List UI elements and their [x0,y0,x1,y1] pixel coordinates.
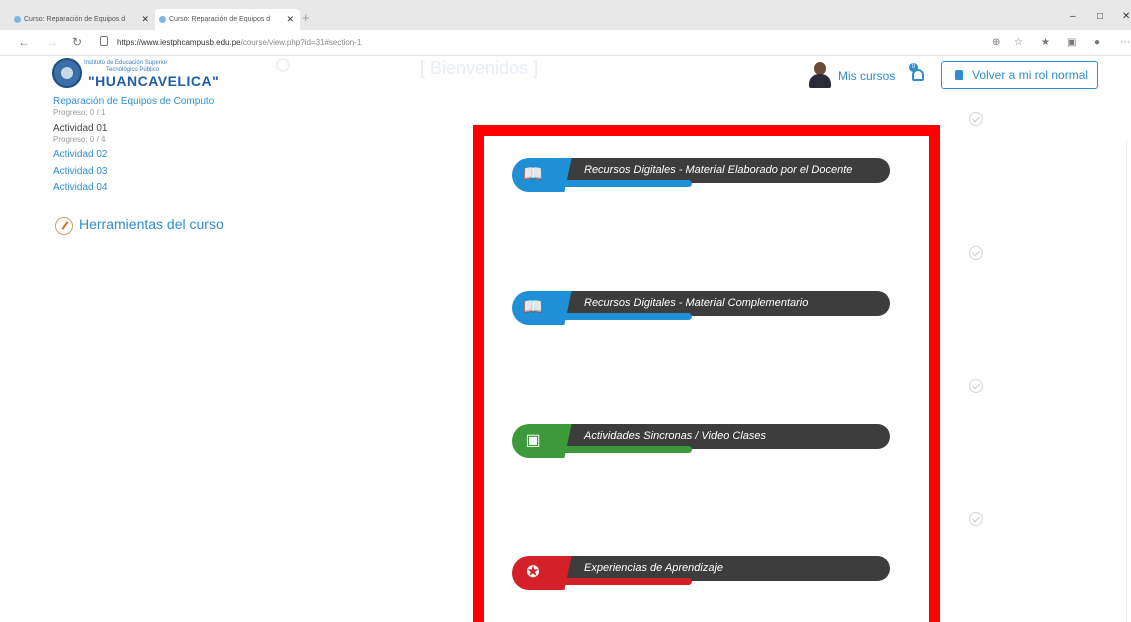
logo-line-3: "HUANCAVELICA" [88,73,220,89]
minimize-button[interactable]: – [1070,11,1076,23]
section-banner-video-clases[interactable]: ▣ Actividades Sincronas / Video Clases [512,424,892,464]
tab-favicon-icon [159,16,166,23]
faded-banner-text: [ Bienvenidos ] [420,58,539,78]
course-tools-label: Herramientas del curso [79,216,224,232]
completion-check-icon[interactable] [969,512,983,526]
user-role-icon [955,70,963,80]
faded-search-icon [276,58,290,72]
collections-icon[interactable]: ▣ [1067,37,1076,48]
url-host: https://www.iestphcampusb.edu.pe [117,38,241,47]
institute-logo[interactable]: Instituto de Educación Superior Tecnológ… [52,58,222,94]
highlight-frame [473,125,940,622]
url-field[interactable]: https://www.iestphcampusb.edu.pe/course/… [117,38,361,47]
banner-underline [556,578,692,585]
sidebar-item-actividad-03[interactable]: Actividad 03 [53,166,107,177]
user-avatar[interactable] [808,62,832,88]
maximize-button[interactable]: □ [1097,11,1103,23]
volver-rol-normal-button[interactable]: Volver a mi rol normal [941,61,1098,89]
forward-arrow-icon[interactable]: → [46,36,58,49]
gauge-icon [55,217,73,235]
url-path: /course/view.php?id=31#section-1 [240,38,362,47]
lock-icon [100,36,108,46]
award-icon: ✪ [526,564,540,581]
sidebar-course-link[interactable]: Reparación de Equipos de Computo [53,96,214,107]
page-scrollbar[interactable] [1126,140,1127,622]
section-banner-material-complementario[interactable]: 📖 Recursos Digitales - Material Compleme… [512,291,892,331]
tab-favicon-icon [14,16,21,23]
course-tools-link[interactable]: Herramientas del curso [55,216,224,235]
institute-emblem-icon [52,58,82,88]
banner-underline [556,313,692,320]
new-tab-button[interactable]: + [302,11,310,25]
tab-title: Curso: Reparación de Equipos d [24,16,126,23]
banner-underline [556,446,692,453]
sidebar-current-activity[interactable]: Actividad 01 [53,123,107,134]
avatar-body [809,74,831,88]
section-label: Recursos Digitales - Material Complement… [584,297,809,309]
video-screen-icon: ▣ [525,432,541,449]
zoom-icon[interactable]: ⊕ [992,37,1000,48]
section-banner-experiencias[interactable]: ✪ Experiencias de Aprendizaje [512,556,892,596]
window-close-button[interactable]: ✕ [1122,11,1130,23]
refresh-icon[interactable]: ↻ [72,36,82,49]
more-menu-icon[interactable]: ⋯ [1120,37,1130,48]
section-label: Actividades Sincronas / Video Clases [584,430,767,442]
section-label: Recursos Digitales - Material Elaborado … [584,164,853,176]
book-reader-icon: 📖 [523,166,543,183]
browser-tab-bar: Curso: Reparación de Equipos d ✕ Curso: … [0,0,1131,30]
logo-line-1: Instituto de Educación Superior [84,60,168,66]
mis-cursos-link[interactable]: Mis cursos [838,69,895,83]
back-arrow-icon[interactable]: ← [18,36,30,49]
browser-tab-2[interactable]: Curso: Reparación de Equipos d ✕ [155,9,300,30]
completion-check-icon[interactable] [969,379,983,393]
section-banner-material-docente[interactable]: 📖 Recursos Digitales - Material Elaborad… [512,158,892,198]
banner-underline [556,180,692,187]
activity-progress: Progreso: 0 / 4 [53,135,106,144]
favorite-star-icon[interactable]: ☆ [1014,37,1023,48]
notifications-bell-icon[interactable]: 0 [908,63,928,85]
tab-close-icon[interactable]: ✕ [141,9,149,30]
section-label: Experiencias de Aprendizaje [584,562,724,574]
completion-check-icon[interactable] [969,246,983,260]
favorites-bar-icon[interactable]: ★ [1041,37,1050,48]
volver-button-label: Volver a mi rol normal [972,68,1089,82]
profile-icon[interactable]: ● [1094,37,1100,48]
book-reader-icon: 📖 [523,299,543,316]
course-progress: Progreso: 0 / 1 [53,108,106,117]
notification-count-badge: 0 [909,63,918,72]
tab-title: Curso: Reparación de Equipos d [169,16,271,23]
sidebar-item-actividad-02[interactable]: Actividad 02 [53,149,107,160]
completion-check-icon[interactable] [969,112,983,126]
tab-close-icon[interactable]: ✕ [286,9,294,30]
address-bar: ← → ↻ https://www.iestphcampusb.edu.pe/c… [0,30,1131,56]
browser-tab-1[interactable]: Curso: Reparación de Equipos d ✕ [10,9,155,30]
sidebar-item-actividad-04[interactable]: Actividad 04 [53,182,107,193]
